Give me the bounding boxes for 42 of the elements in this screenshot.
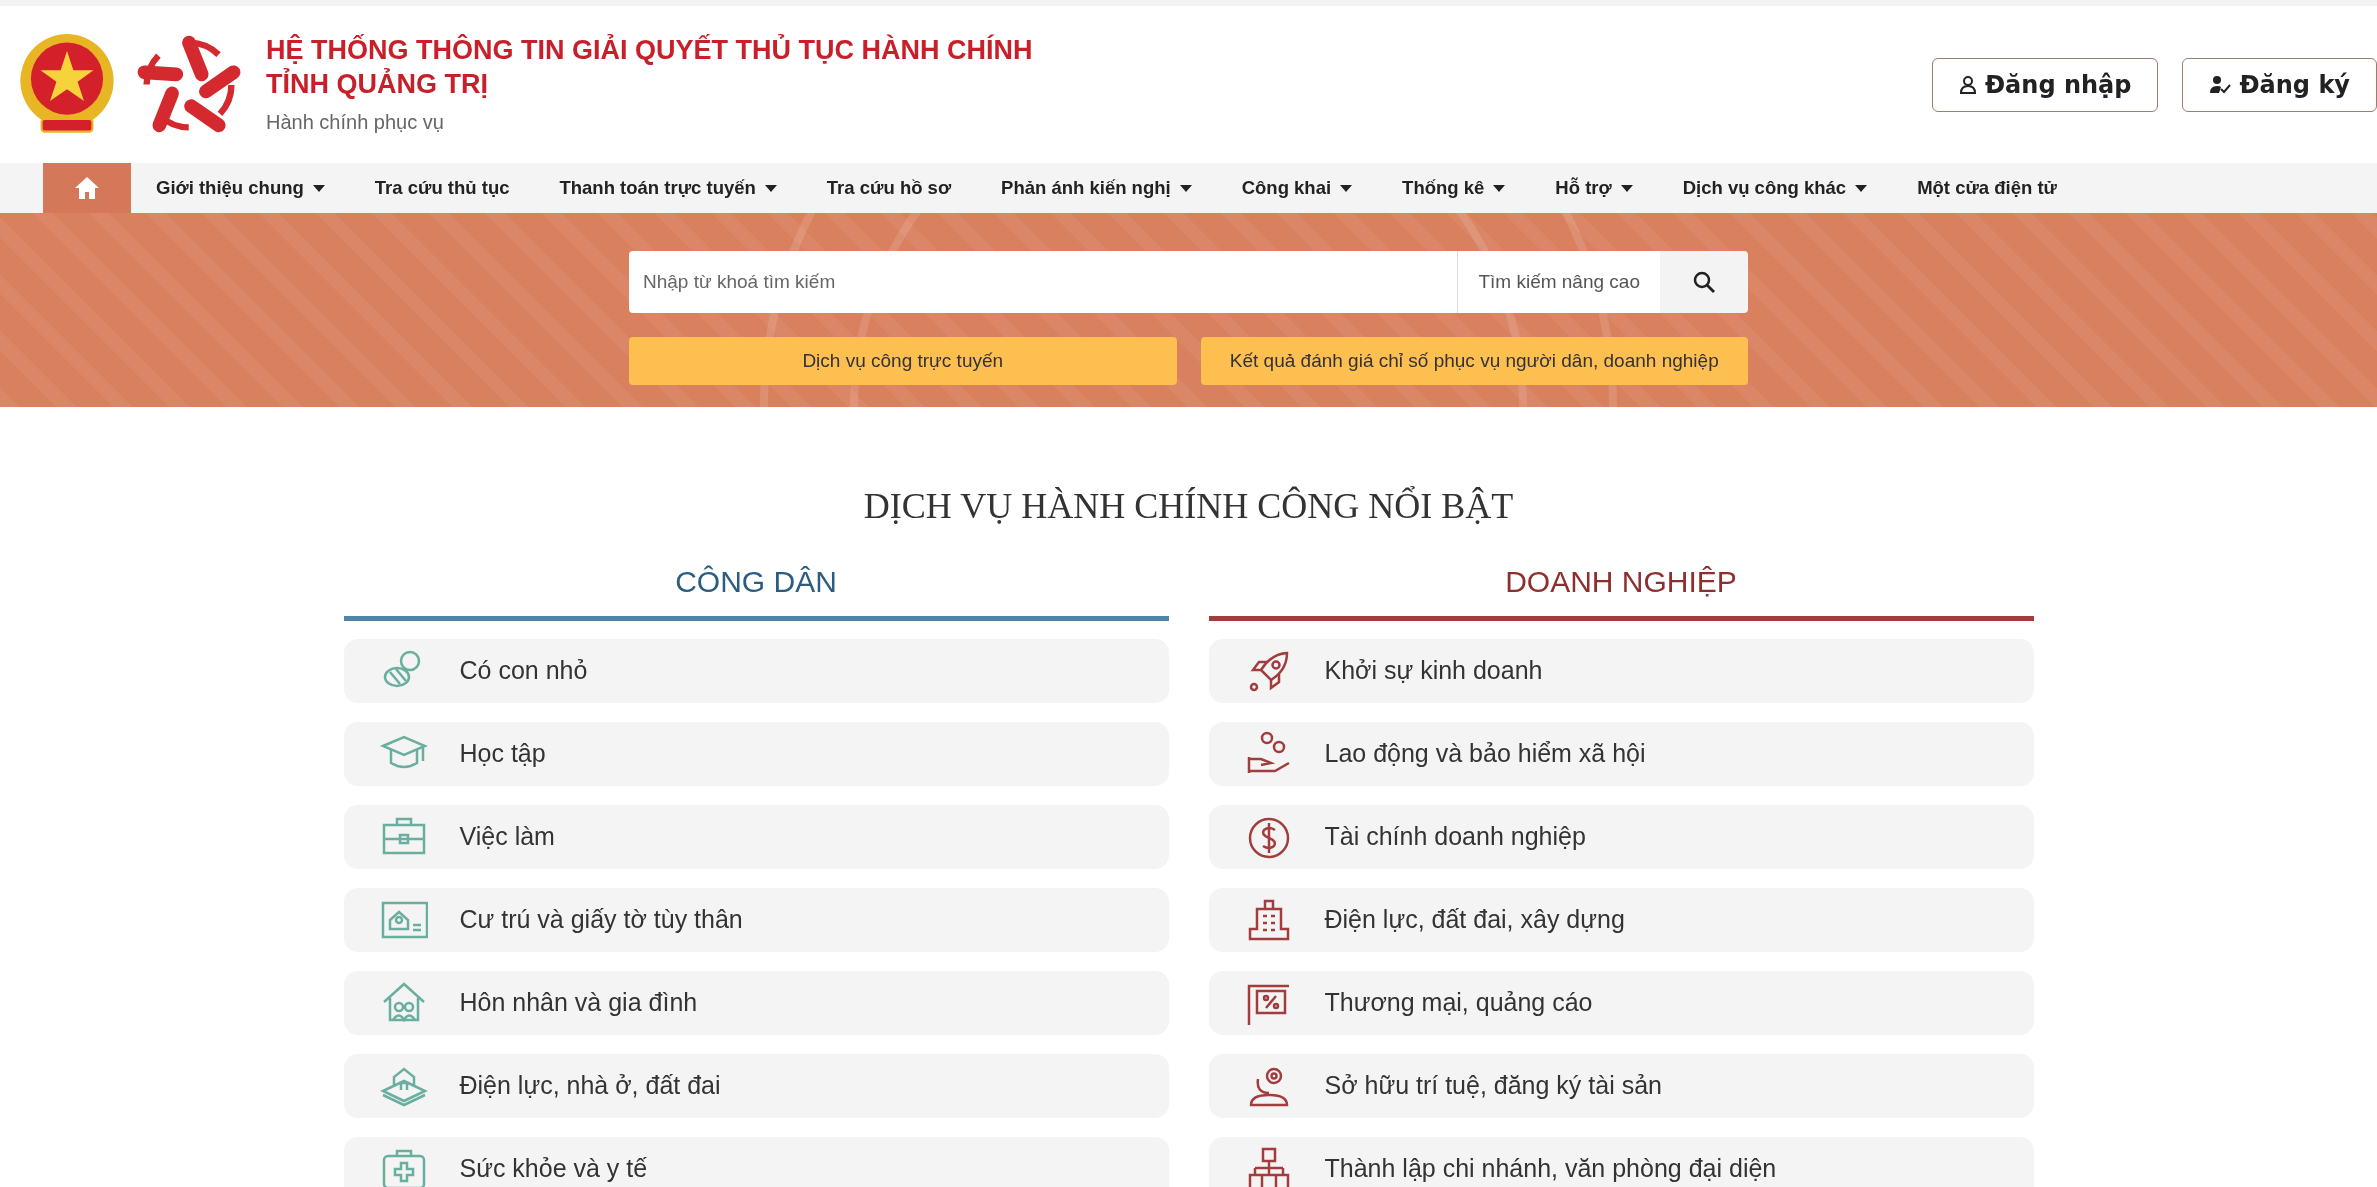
- service-item[interactable]: Thành lập chi nhánh, văn phòng đại diện: [1208, 1137, 2034, 1187]
- home-icon: [74, 176, 100, 200]
- home-tab[interactable]: [43, 163, 131, 213]
- service-item[interactable]: Thương mại, quảng cáo: [1208, 971, 2034, 1035]
- service-item[interactable]: Khởi sự kinh doanh: [1208, 639, 2034, 703]
- site-title: HỆ THỐNG THÔNG TIN GIẢI QUYẾT THỦ TỤC HÀNH CHÍNH: [266, 33, 1033, 67]
- nav-menu-item[interactable]: Thống kê: [1377, 163, 1531, 213]
- service-item[interactable]: Lao động và bảo hiểm xã hội: [1208, 722, 2034, 786]
- service-item[interactable]: Tài chính doanh nghiệp: [1208, 805, 2034, 869]
- group-heading: CÔNG DÂN: [343, 559, 1169, 621]
- nav-menu-item[interactable]: Thanh toán trực tuyến: [534, 163, 802, 213]
- user-check-icon: [2209, 74, 2232, 95]
- service-item[interactable]: Sở hữu trí tuệ, đăng ký tài sản: [1208, 1054, 2034, 1118]
- service-item[interactable]: Điện lực, nhà ở, đất đai: [343, 1054, 1169, 1118]
- nav-menu-item[interactable]: Hỗ trợ: [1530, 163, 1658, 213]
- nav-menu-item[interactable]: Phản ánh kiến nghị: [976, 163, 1217, 213]
- site-subtitle: Hành chính phục vụ: [266, 109, 445, 135]
- service-item[interactable]: Có con nhỏ: [343, 639, 1169, 703]
- nav-menu-item[interactable]: Công khai: [1216, 163, 1378, 213]
- search-icon: [1692, 270, 1716, 294]
- group-heading: DOANH NGHIỆP: [1208, 559, 2034, 621]
- service-item[interactable]: Điện lực, đất đai, xây dựng: [1208, 888, 2034, 952]
- nav-menu-item[interactable]: Tra cứu hồ sơ: [801, 163, 977, 213]
- quick-link-button[interactable]: Kết quả đánh giá chỉ số phục vụ người dân, doanh nghiệp: [1200, 337, 1748, 385]
- service-item[interactable]: Cư trú và giấy tờ tùy thân: [343, 888, 1169, 952]
- service-item[interactable]: Hôn nhân và gia đình: [343, 971, 1169, 1035]
- service-item[interactable]: Việc làm: [343, 805, 1169, 869]
- service-item[interactable]: Học tập: [343, 722, 1169, 786]
- user-icon: [1959, 74, 1977, 95]
- advanced-search-button[interactable]: Tìm kiếm nâng cao: [1457, 251, 1660, 313]
- search-field[interactable]: Nhập từ khoá tìm kiếm: [629, 251, 1458, 313]
- section-title: DỊCH VỤ HÀNH CHÍNH CÔNG NỔI BẬT: [862, 485, 1515, 528]
- nav-menu-item[interactable]: Một cửa điện tử: [1892, 163, 2082, 213]
- quick-link-button[interactable]: Dịch vụ công trực tuyến: [629, 337, 1177, 385]
- register-button[interactable]: Đăng ký: [2182, 57, 2377, 112]
- search-button[interactable]: [1660, 251, 1748, 313]
- nav-menu-item[interactable]: Tra cứu thủ tục: [349, 163, 535, 213]
- site-title: TỈNH QUẢNG TRỊ: [266, 67, 489, 101]
- nav-menu-item[interactable]: Dịch vụ công khác: [1657, 163, 1893, 213]
- service-item[interactable]: Sức khỏe và y tế: [343, 1137, 1169, 1187]
- nav-menu-item[interactable]: Giới thiệu chung: [131, 163, 350, 213]
- login-button[interactable]: Đăng nhập: [1932, 57, 2159, 112]
